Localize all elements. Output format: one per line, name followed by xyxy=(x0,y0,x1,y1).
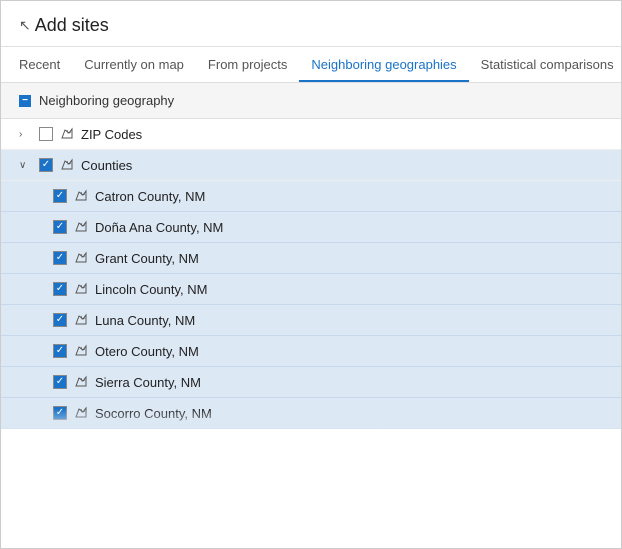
tree-item-socorro[interactable]: ✓ Socorro County, NM xyxy=(1,398,621,429)
checkbox[interactable]: ✓ xyxy=(53,375,67,389)
section-header: − Neighboring geography xyxy=(1,83,621,119)
item-label: Grant County, NM xyxy=(95,251,199,266)
checkbox[interactable]: ✓ xyxy=(53,344,67,358)
tab-neighboring-geographies[interactable]: Neighboring geographies xyxy=(299,47,468,82)
tree-item-catron[interactable]: ✓ Catron County, NM xyxy=(1,181,621,212)
tree-group-zip-codes[interactable]: › ZIP Codes xyxy=(1,119,621,150)
tree-item-sierra[interactable]: ✓ Sierra County, NM xyxy=(1,367,621,398)
item-label: Lincoln County, NM xyxy=(95,282,207,297)
group-label: ZIP Codes xyxy=(81,127,142,142)
title-text: Add sites xyxy=(35,15,109,36)
checkbox[interactable]: ✓ xyxy=(53,189,67,203)
tree-item-otero[interactable]: ✓ Otero County, NM xyxy=(1,336,621,367)
item-label: Sierra County, NM xyxy=(95,375,201,390)
collapse-icon[interactable]: − xyxy=(19,95,31,107)
tree-item-luna[interactable]: ✓ Luna County, NM xyxy=(1,305,621,336)
panel-header: ↖ Add sites xyxy=(1,1,621,47)
geo-icon xyxy=(59,126,75,142)
checkbox[interactable]: ✓ xyxy=(53,313,67,327)
item-label: Catron County, NM xyxy=(95,189,205,204)
tree-item-grant[interactable]: ✓ Grant County, NM xyxy=(1,243,621,274)
geo-icon xyxy=(73,219,89,235)
checkbox[interactable]: ✓ xyxy=(53,282,67,296)
tab-bar: RecentCurrently on mapFrom projectsNeigh… xyxy=(1,47,621,83)
checkbox[interactable]: ✓ xyxy=(53,251,67,265)
item-label: Otero County, NM xyxy=(95,344,199,359)
geo-icon xyxy=(73,188,89,204)
panel-title: ↖ Add sites xyxy=(19,15,603,36)
expand-arrow[interactable]: › xyxy=(19,129,33,140)
checkbox[interactable]: ✓ xyxy=(39,158,53,172)
tab-currently-on-map[interactable]: Currently on map xyxy=(72,47,196,82)
geo-icon xyxy=(73,374,89,390)
geography-tree: › ZIP Codes ∨ ✓ Counties ✓ Catron County… xyxy=(1,119,621,429)
checkbox[interactable]: ✓ xyxy=(53,220,67,234)
item-label: Luna County, NM xyxy=(95,313,195,328)
geo-icon xyxy=(59,157,75,173)
checkbox[interactable] xyxy=(39,127,53,141)
tab-from-projects[interactable]: From projects xyxy=(196,47,299,82)
geo-icon xyxy=(73,312,89,328)
checkbox[interactable]: ✓ xyxy=(53,406,67,420)
section-title: Neighboring geography xyxy=(39,93,174,108)
add-sites-panel: ↖ Add sites RecentCurrently on mapFrom p… xyxy=(0,0,622,549)
tree-item-dona-ana[interactable]: ✓ Doña Ana County, NM xyxy=(1,212,621,243)
tab-recent[interactable]: Recent xyxy=(19,47,72,82)
tab-statistical-comparisons[interactable]: Statistical comparisons xyxy=(469,47,622,82)
item-label: Socorro County, NM xyxy=(95,406,212,421)
cursor-icon: ↖ xyxy=(19,17,31,34)
tree-group-counties[interactable]: ∨ ✓ Counties xyxy=(1,150,621,181)
tree-item-lincoln[interactable]: ✓ Lincoln County, NM xyxy=(1,274,621,305)
child-group-counties: ✓ Catron County, NM ✓ Doña Ana County, N… xyxy=(1,181,621,429)
expand-arrow[interactable]: ∨ xyxy=(19,160,33,171)
geo-icon xyxy=(73,405,89,421)
geo-icon xyxy=(73,250,89,266)
item-label: Doña Ana County, NM xyxy=(95,220,223,235)
content-area: − Neighboring geography › ZIP Codes ∨ ✓ … xyxy=(1,83,621,548)
geo-icon xyxy=(73,343,89,359)
group-label: Counties xyxy=(81,158,132,173)
geo-icon xyxy=(73,281,89,297)
